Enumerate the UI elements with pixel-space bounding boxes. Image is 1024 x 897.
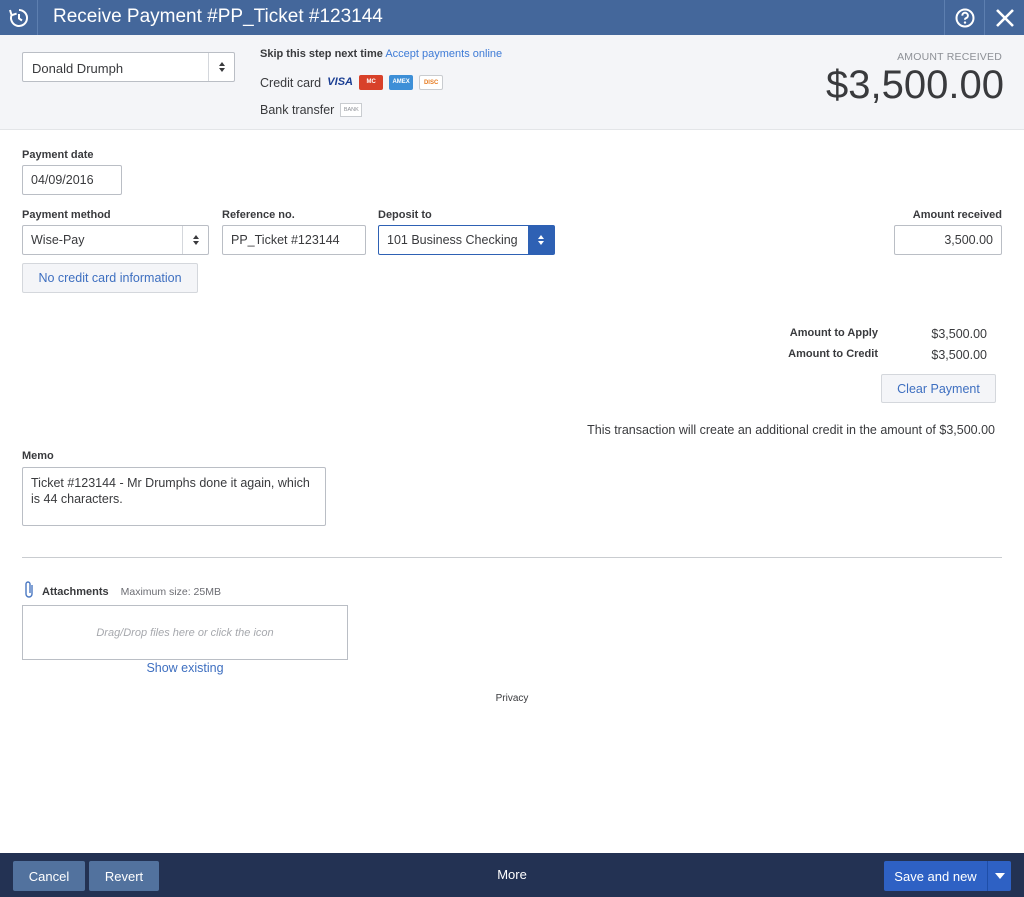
section-divider [22, 557, 1002, 558]
customer-value: Donald Drumph [32, 61, 124, 76]
bank-transfer-option[interactable]: Bank transfer BANK [260, 103, 363, 117]
paperclip-icon[interactable] [22, 580, 36, 603]
amount-received-label: Amount received [912, 209, 1002, 221]
attachments-header: Attachments Maximum size: 25MB [22, 580, 221, 603]
payment-date-input[interactable]: 04/09/2016 [22, 165, 122, 195]
deposit-to-label: Deposit to [378, 209, 432, 221]
title-bar: Receive Payment #PP_Ticket #123144 [0, 0, 1024, 35]
attachments-label: Attachments [42, 585, 109, 598]
payment-method-value: Wise-Pay [31, 233, 85, 247]
payment-date-label: Payment date [22, 149, 94, 161]
bank-icon: BANK [340, 103, 363, 117]
amount-received-input[interactable]: 3,500.00 [894, 225, 1002, 255]
show-existing-link[interactable]: Show existing [22, 661, 348, 675]
reference-no-input[interactable]: PP_Ticket #123144 [222, 225, 366, 255]
amount-received-value: 3,500.00 [944, 233, 993, 247]
select-arrows-icon [208, 53, 234, 81]
payment-date-value: 04/09/2016 [31, 173, 94, 187]
payment-header-panel: Donald Drumph Skip this step next time A… [0, 35, 1024, 130]
more-button[interactable]: More [0, 867, 1024, 882]
amount-to-apply-value: $3,500.00 [931, 327, 987, 341]
bank-transfer-label: Bank transfer [260, 103, 335, 117]
discover-icon: DISC [419, 75, 444, 90]
history-icon[interactable] [0, 0, 38, 35]
deposit-to-value: 101 Business Checking [387, 233, 518, 247]
payment-method-select[interactable]: Wise-Pay [22, 225, 209, 255]
visa-icon: VISA [327, 76, 353, 88]
close-icon[interactable] [984, 0, 1024, 35]
window-title: Receive Payment #PP_Ticket #123144 [53, 6, 383, 27]
privacy-link[interactable]: Privacy [0, 693, 1024, 704]
select-arrows-icon [182, 226, 208, 254]
amount-received-caption: AMOUNT RECEIVED [897, 51, 1002, 63]
memo-label: Memo [22, 450, 54, 462]
help-icon[interactable] [944, 0, 984, 35]
skip-step-row: Skip this step next time Accept payments… [260, 48, 502, 60]
attachment-dropzone[interactable]: Drag/Drop files here or click the icon [22, 605, 348, 660]
skip-step-text: Skip this step next time [260, 48, 383, 60]
amount-to-credit-label: Amount to Credit [788, 348, 878, 360]
amount-received-total: $3,500.00 [826, 63, 1004, 107]
chevron-down-icon[interactable] [987, 861, 1011, 891]
amex-icon: AMEX [389, 75, 414, 90]
select-arrows-icon [528, 226, 554, 254]
no-credit-card-button[interactable]: No credit card information [22, 263, 198, 293]
mastercard-icon: MC [359, 75, 384, 90]
credit-note: This transaction will create an addition… [587, 423, 995, 437]
memo-textarea[interactable]: Ticket #123144 - Mr Drumphs done it agai… [22, 467, 326, 526]
save-and-new-button[interactable]: Save and new [884, 861, 1011, 891]
footer-bar: Cancel Revert More Save and new [0, 853, 1024, 897]
credit-card-label: Credit card [260, 75, 322, 90]
payment-method-label: Payment method [22, 209, 111, 221]
max-size-text: Maximum size: 25MB [120, 585, 221, 598]
reference-no-value: PP_Ticket #123144 [231, 233, 340, 247]
clear-payment-button[interactable]: Clear Payment [881, 374, 996, 403]
save-and-new-label: Save and new [894, 868, 977, 884]
credit-card-option[interactable]: Credit card VISA MC AMEX DISC [260, 75, 444, 90]
customer-select[interactable]: Donald Drumph [22, 52, 235, 82]
accept-payments-link[interactable]: Accept payments online [385, 48, 502, 60]
deposit-to-select[interactable]: 101 Business Checking [378, 225, 555, 255]
reference-no-label: Reference no. [222, 209, 295, 221]
amount-to-credit-value: $3,500.00 [931, 348, 987, 362]
amount-to-apply-label: Amount to Apply [789, 327, 878, 339]
